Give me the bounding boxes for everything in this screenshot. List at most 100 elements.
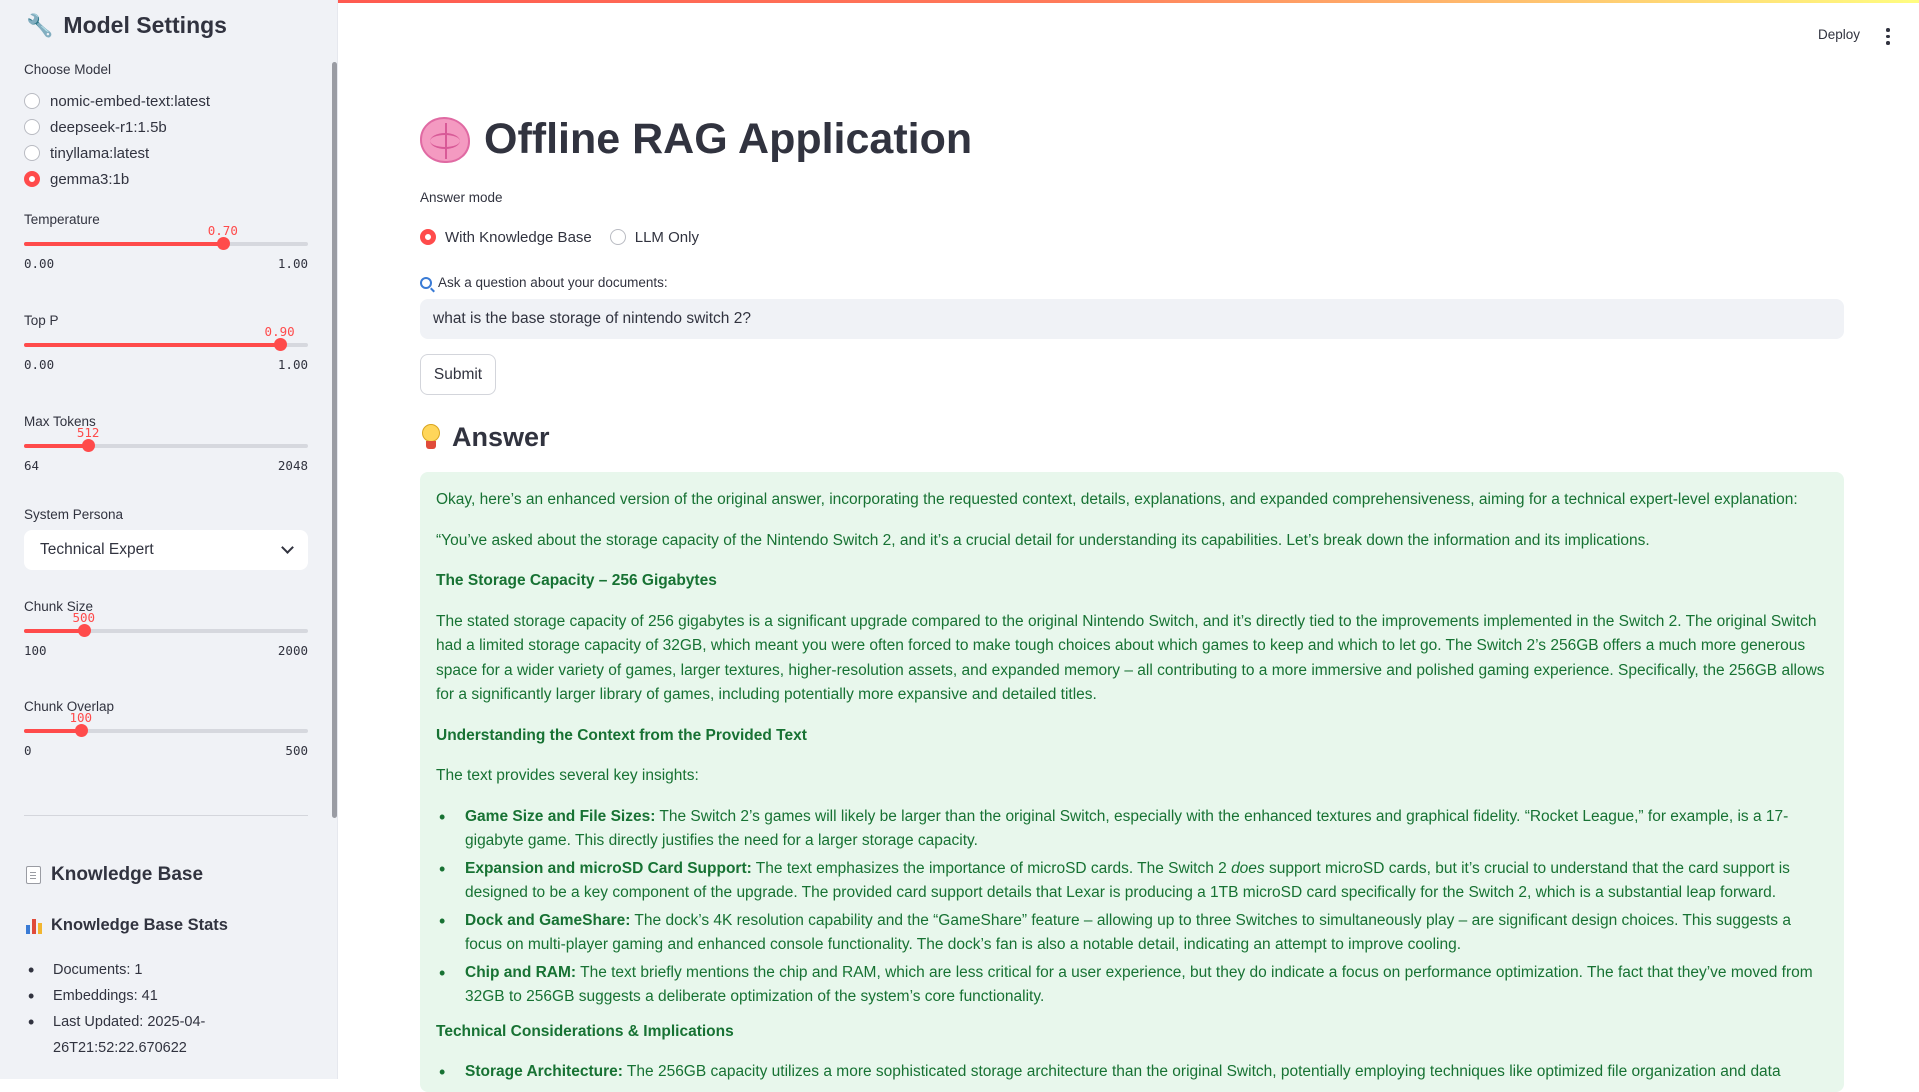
slider-fill — [24, 444, 89, 448]
wrench-icon: 🔧 — [26, 12, 54, 38]
knowledge-base-title: Knowledge Base — [26, 864, 203, 886]
kb-stat-embeddings: Embeddings: 41 — [26, 983, 316, 1009]
answer-bullet: Game Size and File Sizes: The Switch 2’s… — [436, 805, 1828, 854]
answer-intro: Okay, here’s an enhanced version of the … — [436, 491, 1798, 508]
chunk-overlap-slider[interactable]: Chunk Overlap 100 0 500 — [24, 699, 308, 758]
slider-max: 2000 — [277, 643, 308, 658]
answer-mode-option[interactable]: With Knowledge Base — [420, 224, 592, 250]
persona-select-value: Technical Expert — [40, 541, 154, 558]
model-option[interactable]: tinyllama:latest — [24, 140, 210, 166]
slider-max: 1.00 — [277, 256, 308, 271]
answer-mode-label-text: With Knowledge Base — [445, 228, 592, 246]
choose-model-label: Choose Model — [24, 62, 112, 77]
slider-max: 1.00 — [277, 357, 308, 372]
radio-icon[interactable] — [24, 119, 40, 135]
sidebar-title-text: Model Settings — [63, 12, 227, 38]
answer-bullet: Dock and GameShare: The dock’s 4K resolu… — [436, 909, 1828, 958]
answer-heading-text: Answer — [452, 422, 550, 452]
slider-thumb[interactable] — [74, 724, 88, 737]
bullet-text: The text briefly mentions the chip and R… — [465, 963, 1813, 1006]
model-option-label: nomic-embed-text:latest — [50, 92, 211, 110]
slider-min: 0 — [24, 743, 32, 758]
bullet-text: The dock’s 4K resolution capability and … — [465, 911, 1791, 954]
slider-fill — [24, 629, 84, 633]
slider-value: 512 — [76, 425, 100, 440]
max-tokens-slider[interactable]: Max Tokens 512 64 2048 — [24, 414, 308, 473]
answer-box: Okay, here’s an enhanced version of the … — [420, 472, 1844, 1092]
radio-selected-icon[interactable] — [420, 229, 436, 245]
slider-min: 0.00 — [24, 256, 55, 271]
slider-value: 100 — [69, 710, 93, 725]
radio-icon[interactable] — [24, 93, 40, 109]
question-input[interactable]: what is the base storage of nintendo swi… — [420, 299, 1844, 339]
slider-thumb[interactable] — [82, 439, 96, 452]
submit-button[interactable]: Submit — [420, 354, 496, 395]
answer-mode-radio-group: With Knowledge Base LLM Only — [420, 224, 699, 250]
question-label-text: Ask a question about your documents: — [438, 275, 668, 290]
temperature-slider[interactable]: Temperature 0.70 0.00 1.00 — [24, 212, 308, 271]
kb-stats-title-text: Knowledge Base Stats — [51, 916, 228, 934]
sidebar-scrollbar[interactable] — [332, 62, 337, 818]
model-option[interactable]: deepseek-r1:1.5b — [24, 114, 210, 140]
brain-icon — [420, 116, 470, 163]
lightbulb-icon — [420, 423, 442, 452]
answer-mode-label-text: LLM Only — [634, 228, 699, 246]
answer-heading: Answer — [420, 422, 550, 453]
bullet-emphasis: does — [1231, 859, 1265, 877]
kb-stats-list: Documents: 1 Embeddings: 41 Last Updated… — [26, 957, 316, 1061]
slider-label: Temperature — [24, 212, 100, 227]
slider-min: 0.00 — [24, 357, 55, 372]
top-p-slider[interactable]: Top P 0.90 0.00 1.00 — [24, 313, 308, 372]
slider-label: Top P — [24, 313, 59, 328]
bullet-text: The 256GB capacity utilizes a more sophi… — [622, 1063, 1781, 1080]
answer-bullet-list: Game Size and File Sizes: The Switch 2’s… — [436, 805, 1828, 1010]
slider-value: 0.90 — [264, 324, 295, 339]
deploy-button[interactable]: Deploy — [1818, 27, 1860, 42]
slider-thumb[interactable] — [216, 237, 230, 250]
answer-bullet: Storage Architecture: The 256GB capacity… — [436, 1060, 1828, 1085]
kb-stats-title: Knowledge Base Stats — [26, 916, 228, 935]
answer-mode-option[interactable]: LLM Only — [609, 224, 699, 250]
radio-selected-icon[interactable] — [24, 171, 40, 187]
slider-min: 100 — [24, 643, 47, 658]
chunk-size-slider[interactable]: Chunk Size 500 100 2000 — [24, 599, 308, 658]
model-option-label: tinyllama:latest — [50, 144, 150, 162]
persona-label: System Persona — [24, 507, 124, 522]
slider-thumb[interactable] — [273, 338, 287, 351]
slider-fill — [24, 343, 280, 347]
answer-heading-technical: Technical Considerations & Implications — [436, 1022, 734, 1040]
bullet-text: The Switch 2’s games will likely be larg… — [465, 807, 1789, 850]
magnifier-icon — [420, 276, 432, 289]
answer-paragraph-context: The text provides several key insights: — [436, 767, 699, 784]
model-option-label: gemma3:1b — [50, 170, 130, 188]
slider-min: 64 — [24, 458, 40, 473]
answer-bullet-list-2: Storage Architecture: The 256GB capacity… — [436, 1060, 1828, 1085]
model-option[interactable]: gemma3:1b — [24, 166, 210, 192]
bullet-term: Game Size and File Sizes: — [465, 807, 656, 825]
page-title-text: Offline RAG Application — [484, 115, 973, 163]
answer-quote-open: “You’ve asked about the storage capacity… — [436, 531, 1650, 549]
radio-icon[interactable] — [24, 145, 40, 161]
persona-select[interactable]: Technical Expert — [24, 530, 308, 570]
answer-paragraph-storage: The stated storage capacity of 256 gigab… — [436, 612, 1825, 704]
kb-stat-last-updated: Last Updated: 2025-04-26T21:52:22.670622 — [26, 1009, 316, 1061]
question-label: Ask a question about your documents: — [420, 275, 668, 290]
page-title: Offline RAG Application — [420, 115, 972, 164]
sidebar: 🔧 Model Settings Choose Model nomic-embe… — [0, 0, 338, 1079]
answer-heading-context: Understanding the Context from the Provi… — [436, 726, 807, 744]
kebab-menu-icon[interactable] — [1886, 28, 1890, 45]
bullet-text: The text emphasizes the importance of mi… — [751, 859, 1232, 877]
knowledge-base-title-text: Knowledge Base — [51, 864, 204, 885]
answer-heading-storage: The Storage Capacity – 256 Gigabytes — [436, 572, 717, 589]
bullet-term: Chip and RAM: — [465, 963, 577, 981]
chevron-down-icon — [281, 541, 294, 554]
answer-mode-label: Answer mode — [420, 190, 503, 205]
document-icon — [26, 866, 41, 884]
model-option-label: deepseek-r1:1.5b — [50, 118, 167, 136]
slider-thumb[interactable] — [77, 624, 91, 637]
model-option[interactable]: nomic-embed-text:latest — [24, 88, 210, 114]
kb-stat-documents: Documents: 1 — [26, 957, 316, 983]
slider-value: 0.70 — [207, 223, 238, 238]
slider-fill — [24, 729, 81, 733]
radio-icon[interactable] — [609, 229, 626, 245]
